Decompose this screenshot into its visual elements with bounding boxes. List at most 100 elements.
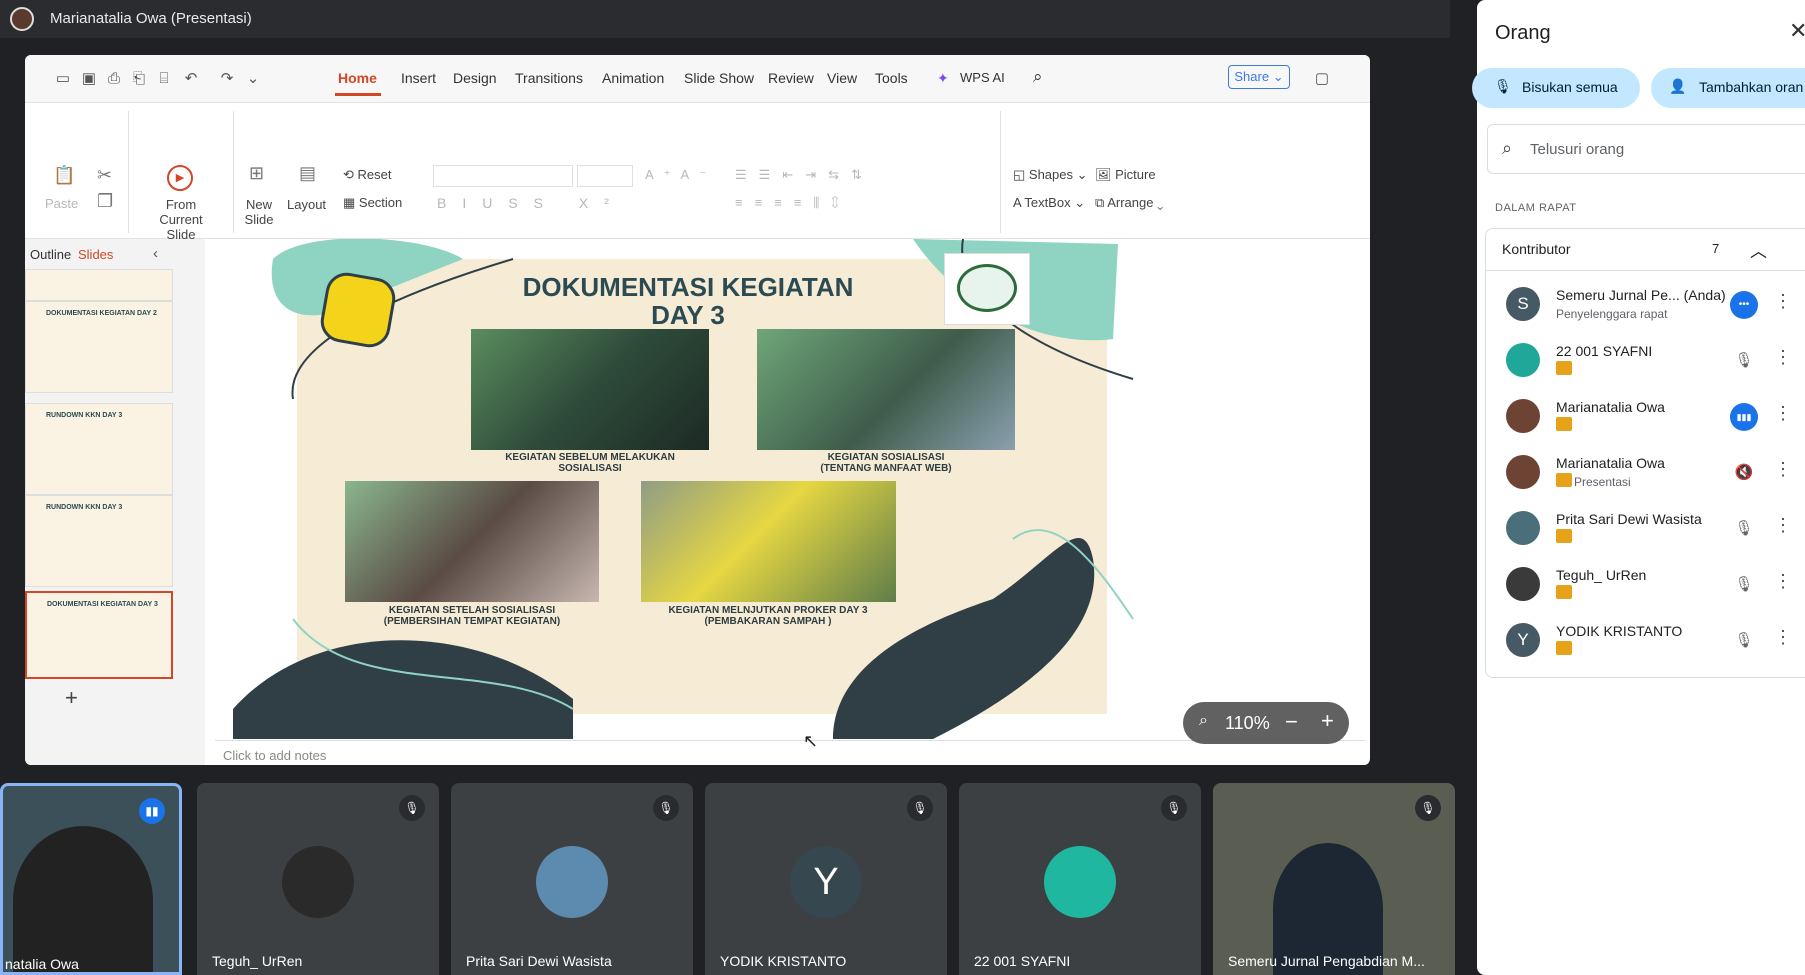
- add-people-button[interactable]: 👤 Tambahkan oran: [1651, 68, 1805, 108]
- menu-design[interactable]: Design: [453, 70, 497, 86]
- export-icon[interactable]: ⎙: [104, 69, 124, 89]
- redo-icon[interactable]: ↷: [217, 69, 237, 89]
- participant-row[interactable]: Marianatalia Owa Presentasi 🔇 ⋮: [1478, 445, 1805, 501]
- participant-row[interactable]: Prita Sari Dewi Wasista 🎙 ⋮: [1478, 501, 1805, 557]
- tab-slides[interactable]: Slides: [78, 247, 113, 262]
- share-label: Share: [1234, 69, 1270, 84]
- participant-name-text: 22 001 SYAFNI: [1556, 343, 1653, 359]
- from-current-slide-button[interactable]: From Current Slide: [145, 197, 217, 242]
- video-tile[interactable]: 🎙 22 001 SYAFNI: [959, 783, 1201, 975]
- menu-animation[interactable]: Animation: [602, 70, 664, 86]
- save-icon[interactable]: ▣: [79, 69, 99, 89]
- menu-slide-show[interactable]: Slide Show: [684, 70, 754, 86]
- slide-thumbnail[interactable]: RUNDOWN KKN DAY 3: [25, 495, 173, 587]
- font-family-select[interactable]: [433, 165, 573, 187]
- more-options-icon[interactable]: ⋮: [1774, 347, 1792, 368]
- menu-wps-ai[interactable]: WPS AI: [960, 70, 1005, 85]
- zoom-in-icon[interactable]: +: [1321, 708, 1334, 734]
- reset-button[interactable]: ⟲ Reset: [343, 167, 391, 183]
- participant-mic-icon[interactable]: •••: [1730, 291, 1758, 319]
- section-button[interactable]: ▦ Section: [343, 195, 402, 211]
- collapse-pane-icon[interactable]: ‹: [153, 245, 158, 262]
- play-from-current-icon[interactable]: ▶: [167, 165, 193, 191]
- slide-thumbnail-selected[interactable]: DOKUMENTASI KEGIATAN DAY 3: [25, 591, 173, 679]
- contributors-header[interactable]: Kontributor 7 ︿: [1486, 229, 1805, 271]
- participant-name-text: Semeru Jurnal Pe...: [1556, 287, 1680, 303]
- participant-mic-icon[interactable]: 🎙: [1730, 515, 1758, 543]
- zoom-level: 110%: [1225, 713, 1270, 733]
- layout-button[interactable]: Layout: [287, 197, 326, 212]
- participant-mic-icon[interactable]: 🔇: [1730, 459, 1758, 487]
- folder-icon[interactable]: ▭: [53, 69, 73, 89]
- more-options-icon[interactable]: ⋮: [1774, 627, 1792, 648]
- shapes-button[interactable]: ◱ Shapes ⌄: [1013, 167, 1088, 183]
- video-tile[interactable]: 🎙 Prita Sari Dewi Wasista: [451, 783, 693, 975]
- print-preview-icon[interactable]: ⌸: [154, 69, 174, 89]
- menu-bar: ▭ ▣ ⎙ ⎗ ⌸ ↶ ↷ ⌄ Home Insert Design Trans…: [25, 55, 1370, 103]
- participant-row[interactable]: S Semeru Jurnal Pe... (Anda) Penyelengga…: [1478, 277, 1805, 333]
- print-icon[interactable]: ⎗: [129, 69, 149, 89]
- slide-thumbnail[interactable]: RUNDOWN KKN DAY 3: [25, 403, 173, 495]
- notes-area[interactable]: Click to add notes: [215, 740, 1365, 765]
- video-tile[interactable]: 🎙 Teguh_ UrRen: [197, 783, 439, 975]
- new-slide-icon[interactable]: ⊞: [249, 163, 264, 184]
- participant-mic-icon[interactable]: ▮▮▮: [1730, 403, 1758, 431]
- wps-ai-icon[interactable]: ✦: [937, 70, 949, 87]
- menu-transitions[interactable]: Transitions: [515, 70, 583, 86]
- reset-label: Reset: [357, 167, 392, 182]
- video-tile[interactable]: 🎙 Semeru Jurnal Pengabdian M...: [1213, 783, 1455, 975]
- search-people-input[interactable]: ⌕ Telusuri orang: [1487, 124, 1805, 174]
- participant-row[interactable]: Marianatalia Owa ▮▮▮ ⋮: [1478, 389, 1805, 445]
- slide-thumbnail[interactable]: DOKUMENTASI KEGIATAN DAY 2: [25, 301, 173, 393]
- layout-icon[interactable]: ▤: [299, 163, 316, 184]
- picture-button[interactable]: 🖼 Picture: [1095, 167, 1156, 183]
- zoom-icon[interactable]: ⌕: [1199, 712, 1208, 730]
- participant-mic-icon[interactable]: 🎙: [1730, 571, 1758, 599]
- add-people-label: Tambahkan oran: [1699, 79, 1804, 95]
- font-format-buttons[interactable]: BIUSS X²: [437, 195, 625, 211]
- participant-mic-icon[interactable]: 🎙: [1730, 347, 1758, 375]
- menu-review[interactable]: Review: [768, 70, 814, 86]
- new-slide-button[interactable]: New Slide: [239, 197, 279, 227]
- close-icon[interactable]: ✕: [1789, 18, 1805, 44]
- more-options-icon[interactable]: ⋮: [1774, 515, 1792, 536]
- participant-row[interactable]: Y YODIK KRISTANTO 🎙 ⋮: [1478, 613, 1805, 669]
- in-meeting-label: DALAM RAPAT: [1495, 202, 1577, 214]
- font-size-buttons[interactable]: A⁺A⁻: [645, 167, 716, 183]
- more-options-icon[interactable]: ⋮: [1774, 291, 1792, 312]
- participant-mic-icon[interactable]: 🎙: [1730, 627, 1758, 655]
- more-options-icon[interactable]: ⋮: [1774, 571, 1792, 592]
- font-size-select[interactable]: [577, 165, 633, 187]
- participant-row[interactable]: Teguh_ UrRen 🎙 ⋮: [1478, 557, 1805, 613]
- copy-icon[interactable]: ❐: [97, 191, 113, 212]
- slide-thumbnail[interactable]: [25, 269, 173, 301]
- undo-icon[interactable]: ↶: [181, 69, 201, 89]
- menu-insert[interactable]: Insert: [401, 70, 436, 86]
- participant-avatar: [1506, 455, 1540, 489]
- paste-icon[interactable]: 📋: [53, 165, 75, 186]
- arrange-button[interactable]: ⧉ Arrange ⌄: [1095, 195, 1163, 211]
- more-options-icon[interactable]: ⋮: [1774, 459, 1792, 480]
- textbox-button[interactable]: A TextBox ⌄: [1013, 195, 1085, 211]
- participant-row[interactable]: 22 001 SYAFNI 🎙 ⋮: [1478, 333, 1805, 389]
- menu-view[interactable]: View: [827, 70, 857, 86]
- tab-outline[interactable]: Outline: [30, 247, 71, 262]
- zoom-out-icon[interactable]: −: [1285, 709, 1298, 735]
- add-slide-icon[interactable]: +: [65, 685, 78, 711]
- customize-chevron-icon[interactable]: ⌄: [243, 69, 263, 89]
- comment-icon[interactable]: ▢: [1312, 69, 1332, 89]
- search-icon[interactable]: ⌕: [1033, 67, 1043, 87]
- video-tile[interactable]: Y 🎙 YODIK KRISTANTO: [705, 783, 947, 975]
- menu-tools[interactable]: Tools: [875, 70, 908, 86]
- participant-avatar: [1506, 399, 1540, 433]
- more-options-icon[interactable]: ⋮: [1774, 403, 1792, 424]
- mute-all-button[interactable]: 🎙 Bisukan semua: [1472, 68, 1640, 108]
- paste-button[interactable]: Paste: [45, 196, 78, 211]
- share-button[interactable]: Share ⌄: [1228, 65, 1290, 89]
- video-tile[interactable]: ▮▮ natalia Owa: [0, 783, 182, 975]
- mic-off-icon: 🎙: [1494, 78, 1512, 94]
- alignment-buttons[interactable]: ≡≡≡≡⫼⇕: [735, 195, 851, 211]
- menu-home[interactable]: Home: [338, 70, 377, 86]
- cut-icon[interactable]: ✂: [97, 165, 112, 186]
- paragraph-buttons[interactable]: ☰☰⇤⇥⇆⇅: [735, 167, 874, 183]
